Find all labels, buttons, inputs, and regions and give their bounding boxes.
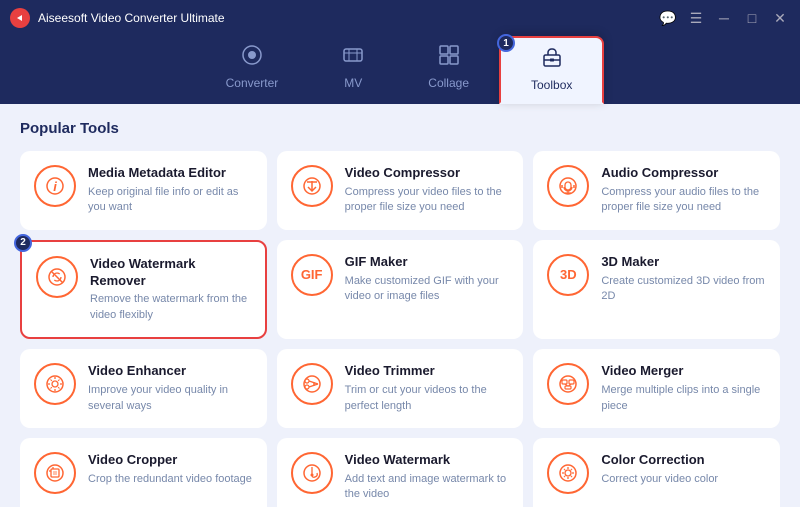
tool-desc-color-correction: Correct your video color <box>601 472 766 487</box>
tool-card-video-watermark[interactable]: Video Watermark Add text and image water… <box>277 438 524 507</box>
minimize-button[interactable]: ─ <box>714 8 734 28</box>
svg-text:i: i <box>53 179 57 194</box>
video-enhancer-icon <box>34 363 76 405</box>
tab-collage[interactable]: Collage <box>398 36 499 104</box>
tool-desc-video-merger: Merge multiple clips into a single piece <box>601 383 766 414</box>
tool-card-video-watermark-remover[interactable]: 2 Video Watermark Remover Remove the wat… <box>20 240 267 340</box>
tab-converter-label: Converter <box>226 76 279 90</box>
tool-name-video-enhancer: Video Enhancer <box>88 363 253 380</box>
tool-desc-video-cropper: Crop the redundant video footage <box>88 472 253 487</box>
tool-info-video-compressor: Video Compressor Compress your video fil… <box>345 165 510 216</box>
video-trimmer-icon <box>291 363 333 405</box>
tool-desc-video-trimmer: Trim or cut your videos to the perfect l… <box>345 383 510 414</box>
tool-name-media-metadata: Media Metadata Editor <box>88 165 253 182</box>
collage-icon <box>438 44 460 72</box>
maximize-button[interactable]: □ <box>742 8 762 28</box>
tool-info-media-metadata: Media Metadata Editor Keep original file… <box>88 165 253 216</box>
tool-info-watermark-remover: Video Watermark Remover Remove the water… <box>90 256 251 324</box>
tool-name-gif-maker: GIF Maker <box>345 254 510 271</box>
menu-button[interactable]: ☰ <box>686 8 706 28</box>
watermark-remover-icon <box>36 256 78 298</box>
tab-mv[interactable]: MV <box>308 36 398 104</box>
tool-card-video-cropper[interactable]: Video Cropper Crop the redundant video f… <box>20 438 267 507</box>
video-merger-icon <box>547 363 589 405</box>
section-title: Popular Tools <box>20 120 780 137</box>
tool-desc-3d-maker: Create customized 3D video from 2D <box>601 274 766 305</box>
tool-name-3d-maker: 3D Maker <box>601 254 766 271</box>
tool-name-video-watermark: Video Watermark <box>345 452 510 469</box>
gif-maker-icon: GIF <box>291 254 333 296</box>
tool-info-gif-maker: GIF Maker Make customized GIF with your … <box>345 254 510 305</box>
3d-maker-icon: 3D <box>547 254 589 296</box>
video-compressor-icon <box>291 165 333 207</box>
tool-card-video-compressor[interactable]: Video Compressor Compress your video fil… <box>277 151 524 230</box>
tool-card-audio-compressor[interactable]: Audio Compressor Compress your audio fil… <box>533 151 780 230</box>
tool-name-video-cropper: Video Cropper <box>88 452 253 469</box>
main-content: Popular Tools i Media Metadata Editor Ke… <box>0 104 800 507</box>
titlebar-left: Aiseesoft Video Converter Ultimate <box>10 8 225 28</box>
color-correction-icon <box>547 452 589 494</box>
tool-name-audio-compressor: Audio Compressor <box>601 165 766 182</box>
tool-card-video-merger[interactable]: Video Merger Merge multiple clips into a… <box>533 349 780 428</box>
tools-grid: i Media Metadata Editor Keep original fi… <box>20 151 780 507</box>
titlebar-controls: 💬 ☰ ─ □ ✕ <box>658 8 790 28</box>
tool-name-video-compressor: Video Compressor <box>345 165 510 182</box>
close-button[interactable]: ✕ <box>770 8 790 28</box>
tab-toolbox-label: Toolbox <box>531 78 572 92</box>
tool-info-video-trimmer: Video Trimmer Trim or cut your videos to… <box>345 363 510 414</box>
tool-desc-watermark-remover: Remove the watermark from the video flex… <box>90 292 251 323</box>
toolbox-badge: 1 <box>497 34 515 52</box>
audio-compressor-icon <box>547 165 589 207</box>
tool-desc-video-watermark: Add text and image watermark to the vide… <box>345 472 510 503</box>
tool-card-color-correction[interactable]: Color Correction Correct your video colo… <box>533 438 780 507</box>
converter-icon <box>241 44 263 72</box>
chat-button[interactable]: 💬 <box>658 8 678 28</box>
toolbox-icon <box>541 46 563 74</box>
tool-desc-gif-maker: Make customized GIF with your video or i… <box>345 274 510 305</box>
tool-card-video-trimmer[interactable]: Video Trimmer Trim or cut your videos to… <box>277 349 524 428</box>
tool-desc-audio-compressor: Compress your audio files to the proper … <box>601 185 766 216</box>
tool-info-color-correction: Color Correction Correct your video colo… <box>601 452 766 487</box>
app-logo <box>10 8 30 28</box>
tab-converter[interactable]: Converter <box>196 36 309 104</box>
watermark-remover-badge: 2 <box>14 234 32 252</box>
tool-name-video-merger: Video Merger <box>601 363 766 380</box>
tool-card-3d-maker[interactable]: 3D 3D Maker Create customized 3D video f… <box>533 240 780 340</box>
tab-toolbox[interactable]: Toolbox <box>499 36 604 104</box>
tool-desc-video-compressor: Compress your video files to the proper … <box>345 185 510 216</box>
tool-info-video-watermark: Video Watermark Add text and image water… <box>345 452 510 503</box>
tool-desc-video-enhancer: Improve your video quality in several wa… <box>88 383 253 414</box>
tab-mv-label: MV <box>344 76 362 90</box>
tool-info-video-cropper: Video Cropper Crop the redundant video f… <box>88 452 253 487</box>
toolbox-tab-wrapper: 1 Toolbox <box>499 36 604 104</box>
tool-info-3d-maker: 3D Maker Create customized 3D video from… <box>601 254 766 305</box>
app-title: Aiseesoft Video Converter Ultimate <box>38 11 225 25</box>
tool-card-video-enhancer[interactable]: Video Enhancer Improve your video qualit… <box>20 349 267 428</box>
tool-info-video-merger: Video Merger Merge multiple clips into a… <box>601 363 766 414</box>
tool-card-media-metadata-editor[interactable]: i Media Metadata Editor Keep original fi… <box>20 151 267 230</box>
tool-card-gif-maker[interactable]: GIF GIF Maker Make customized GIF with y… <box>277 240 524 340</box>
tool-info-audio-compressor: Audio Compressor Compress your audio fil… <box>601 165 766 216</box>
tool-info-video-enhancer: Video Enhancer Improve your video qualit… <box>88 363 253 414</box>
video-cropper-icon <box>34 452 76 494</box>
video-watermark-icon <box>291 452 333 494</box>
nav-tabs: Converter MV Collage 1 <box>0 36 800 104</box>
mv-icon <box>342 44 364 72</box>
tool-name-watermark-remover: Video Watermark Remover <box>90 256 251 290</box>
tab-collage-label: Collage <box>428 76 469 90</box>
titlebar: Aiseesoft Video Converter Ultimate 💬 ☰ ─… <box>0 0 800 36</box>
tool-name-video-trimmer: Video Trimmer <box>345 363 510 380</box>
tool-desc-media-metadata: Keep original file info or edit as you w… <box>88 185 253 216</box>
media-metadata-icon: i <box>34 165 76 207</box>
tool-name-color-correction: Color Correction <box>601 452 766 469</box>
